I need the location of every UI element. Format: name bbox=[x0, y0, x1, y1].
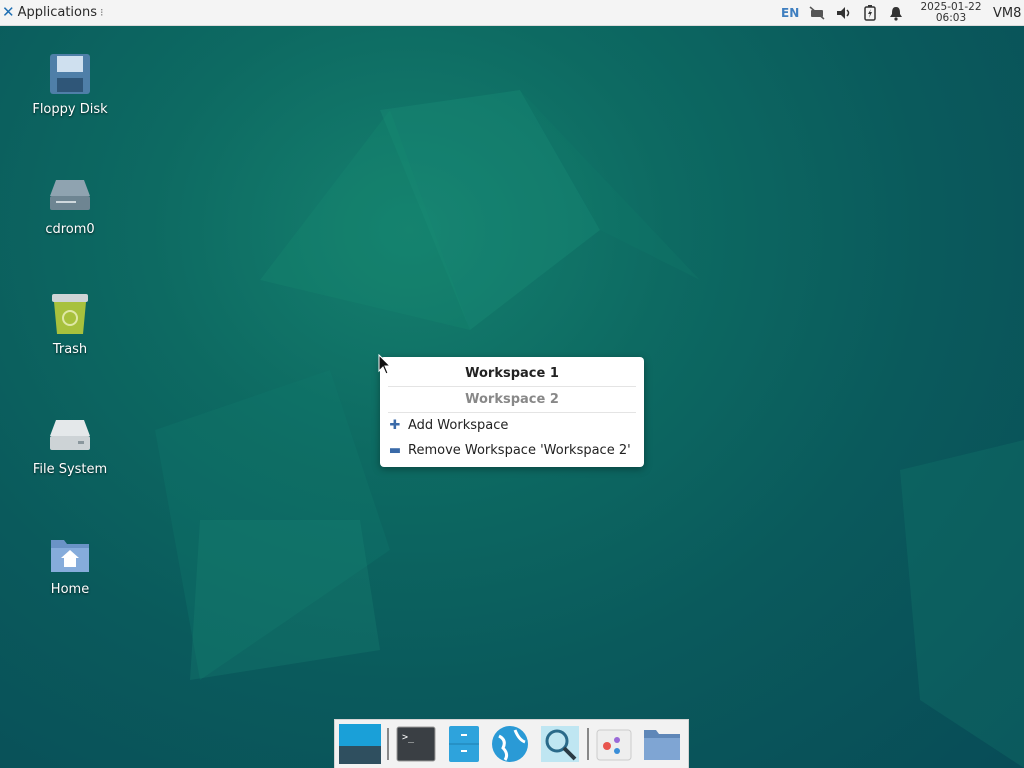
home-folder-icon bbox=[48, 532, 92, 576]
settings-icon[interactable] bbox=[593, 724, 635, 764]
trash-icon bbox=[48, 292, 92, 336]
clock-time: 06:03 bbox=[935, 12, 967, 24]
desktop-icon-label: File System bbox=[32, 462, 108, 477]
applications-menu-button[interactable]: ✕ Applications ⁝ bbox=[2, 2, 104, 23]
workspace-menu: Workspace 1 Workspace 2 ✚ Add Workspace … bbox=[380, 357, 644, 467]
notification-bell-icon[interactable] bbox=[885, 3, 907, 23]
menu-item-workspace-1[interactable]: Workspace 1 bbox=[380, 361, 644, 386]
xfce-logo-icon: ✕ bbox=[2, 3, 15, 21]
desktop-icon-home[interactable]: Home bbox=[20, 532, 120, 597]
mouse-cursor-icon bbox=[378, 354, 392, 375]
dock: >_ bbox=[334, 719, 689, 768]
add-workspace-button[interactable]: ✚ Add Workspace bbox=[380, 413, 644, 438]
desktop-icon-cdrom0[interactable]: cdrom0 bbox=[20, 172, 120, 237]
desktop-icon-label: cdrom0 bbox=[45, 222, 95, 237]
file-system-drive-icon bbox=[48, 412, 92, 456]
desktop-icon-floppy-disk[interactable]: Floppy Disk bbox=[20, 52, 120, 117]
battery-icon[interactable] bbox=[859, 3, 881, 23]
menu-grip-icon: ⁝ bbox=[100, 6, 104, 19]
remove-workspace-button[interactable]: ▬ Remove Workspace 'Workspace 2' bbox=[380, 438, 644, 463]
floppy-disk-icon bbox=[48, 52, 92, 96]
folder-icon[interactable] bbox=[641, 724, 683, 764]
network-icon[interactable] bbox=[806, 3, 828, 23]
cdrom-drive-icon bbox=[48, 172, 92, 216]
svg-text:>_: >_ bbox=[402, 732, 415, 743]
web-browser-icon[interactable] bbox=[489, 724, 531, 764]
volume-icon[interactable] bbox=[833, 3, 855, 23]
desktop-icon-label: Floppy Disk bbox=[32, 102, 108, 117]
desktop-icon-file-system[interactable]: File System bbox=[20, 412, 120, 477]
applications-label: Applications bbox=[17, 5, 97, 20]
keyboard-layout-indicator[interactable]: EN bbox=[781, 3, 799, 23]
menu-item-workspace-2[interactable]: Workspace 2 bbox=[380, 387, 644, 412]
remove-workspace-label: Remove Workspace 'Workspace 2' bbox=[408, 443, 631, 458]
add-workspace-label: Add Workspace bbox=[408, 418, 509, 433]
clock[interactable]: 2025-01-22 06:03 bbox=[914, 1, 988, 25]
dock-separator bbox=[587, 728, 589, 760]
desktop-icon-trash[interactable]: Trash bbox=[20, 292, 120, 357]
dock-separator bbox=[387, 728, 389, 760]
desktop-icon-label: Trash bbox=[52, 342, 88, 357]
plus-icon: ✚ bbox=[389, 418, 401, 433]
file-manager-icon[interactable] bbox=[443, 724, 485, 764]
search-icon[interactable] bbox=[539, 724, 581, 764]
show-desktop-icon[interactable] bbox=[339, 724, 381, 764]
minus-icon: ▬ bbox=[388, 443, 402, 458]
desktop-icon-label: Home bbox=[50, 582, 90, 597]
terminal-icon[interactable]: >_ bbox=[395, 724, 437, 764]
user-menu[interactable]: VM8 bbox=[993, 3, 1021, 23]
top-panel: ✕ Applications ⁝ EN 2025-01-22 06:03 VM8 bbox=[0, 0, 1024, 26]
